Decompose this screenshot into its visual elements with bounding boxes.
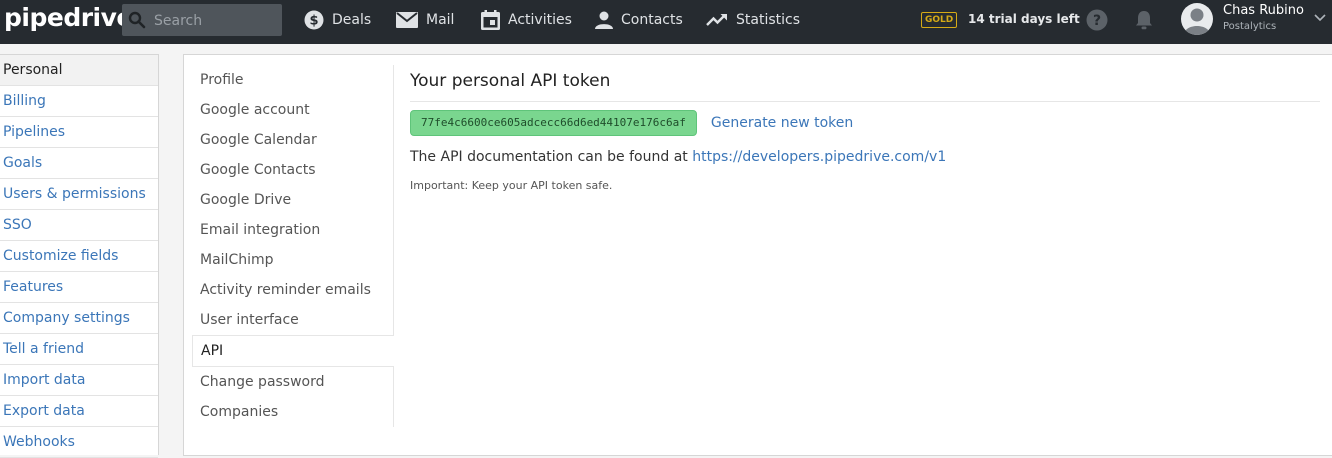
mail-icon	[396, 12, 418, 28]
nav-contacts[interactable]: Contacts	[595, 0, 683, 40]
sidebar-item-personal[interactable]: Personal	[0, 55, 158, 86]
subnav-item-google-contacts[interactable]: Google Contacts	[192, 155, 394, 185]
nav-deals-label: Deals	[332, 12, 372, 28]
subnav-item-companies[interactable]: Companies	[192, 397, 394, 427]
user-name[interactable]: Chas Rubino	[1223, 3, 1304, 18]
subnav-item-mailchimp[interactable]: MailChimp	[192, 245, 394, 275]
svg-text:$: $	[309, 14, 318, 29]
chevron-down-icon[interactable]	[1314, 14, 1326, 22]
user-avatar-icon	[1184, 8, 1210, 35]
nav-deals[interactable]: $ Deals	[304, 0, 371, 40]
subnav-item-change-password[interactable]: Change password	[192, 367, 394, 397]
pipedrive-logo[interactable]: pipedrive	[4, 3, 133, 32]
nav-statistics[interactable]: Statistics	[706, 0, 800, 40]
subnav-item-google-account[interactable]: Google account	[192, 95, 394, 125]
nav-mail[interactable]: Mail	[396, 0, 454, 40]
subnav-item-google-calendar[interactable]: Google Calendar	[192, 125, 394, 155]
subnav-item-api[interactable]: API	[192, 335, 394, 367]
help-icon[interactable]: ?	[1086, 9, 1108, 31]
subnav-item-activity-reminder-emails[interactable]: Activity reminder emails	[192, 275, 394, 305]
sidebar-item-billing[interactable]: Billing	[0, 86, 158, 117]
sidebar-item-pipelines[interactable]: Pipelines	[0, 117, 158, 148]
nav-statistics-label: Statistics	[736, 12, 800, 28]
sidebar-item-sso[interactable]: SSO	[0, 210, 158, 241]
nav-activities-label: Activities	[508, 12, 572, 28]
nav-mail-label: Mail	[426, 12, 455, 28]
subnav-item-google-drive[interactable]: Google Drive	[192, 185, 394, 215]
svg-text:?: ?	[1093, 13, 1101, 29]
user-company: Postalytics	[1223, 21, 1277, 32]
sidebar-item-import-data[interactable]: Import data	[0, 365, 158, 396]
sidebar-item-export-data[interactable]: Export data	[0, 396, 158, 427]
api-doc-text: The API documentation can be found at	[410, 149, 688, 165]
nav-activities[interactable]: Activities	[481, 0, 572, 40]
token-row: 77fe4c6600ce605adcecc66d6ed44107e176c6af…	[410, 110, 1320, 136]
trial-days-text[interactable]: 14 trial days left	[968, 12, 1080, 26]
avatar[interactable]	[1181, 3, 1213, 35]
api-doc-line: The API documentation can be found at ht…	[410, 149, 1320, 165]
subnav-item-email-integration[interactable]: Email integration	[192, 215, 394, 245]
sidebar-item-tell-a-friend[interactable]: Tell a friend	[0, 334, 158, 365]
generate-new-token-link[interactable]: Generate new token	[711, 115, 853, 131]
calendar-icon	[481, 10, 500, 30]
settings-sidebar: Personal Billing Pipelines Goals Users &…	[0, 54, 159, 458]
nav-contacts-label: Contacts	[621, 12, 683, 28]
personal-subnav: Profile Google account Google Calendar G…	[192, 65, 394, 427]
subnav-item-profile[interactable]: Profile	[192, 65, 394, 95]
dollar-icon: $	[304, 10, 324, 30]
subnav-item-user-interface[interactable]: User interface	[192, 305, 394, 335]
person-icon	[595, 11, 613, 29]
sidebar-item-company-settings[interactable]: Company settings	[0, 303, 158, 334]
page-title: Your personal API token	[410, 71, 1320, 102]
api-token-value[interactable]: 77fe4c6600ce605adcecc66d6ed44107e176c6af	[410, 110, 697, 136]
api-token-section: Your personal API token 77fe4c6600ce605a…	[410, 71, 1320, 192]
sidebar-item-features[interactable]: Features	[0, 272, 158, 303]
search-icon	[128, 11, 146, 29]
sidebar-item-customize-fields[interactable]: Customize fields	[0, 241, 158, 272]
search-box[interactable]	[122, 4, 282, 36]
bell-icon[interactable]	[1135, 10, 1153, 30]
trend-icon	[706, 14, 727, 26]
search-input[interactable]	[152, 10, 280, 32]
settings-panel: Profile Google account Google Calendar G…	[183, 54, 1332, 456]
plan-badge: GOLD	[921, 12, 958, 28]
sidebar-item-users-permissions[interactable]: Users & permissions	[0, 179, 158, 210]
api-doc-link[interactable]: https://developers.pipedrive.com/v1	[692, 149, 946, 165]
top-navigation-bar: pipedrive $ Deals Mail Activities	[0, 0, 1332, 44]
token-safety-note: Important: Keep your API token safe.	[410, 179, 613, 192]
sidebar-item-goals[interactable]: Goals	[0, 148, 158, 179]
